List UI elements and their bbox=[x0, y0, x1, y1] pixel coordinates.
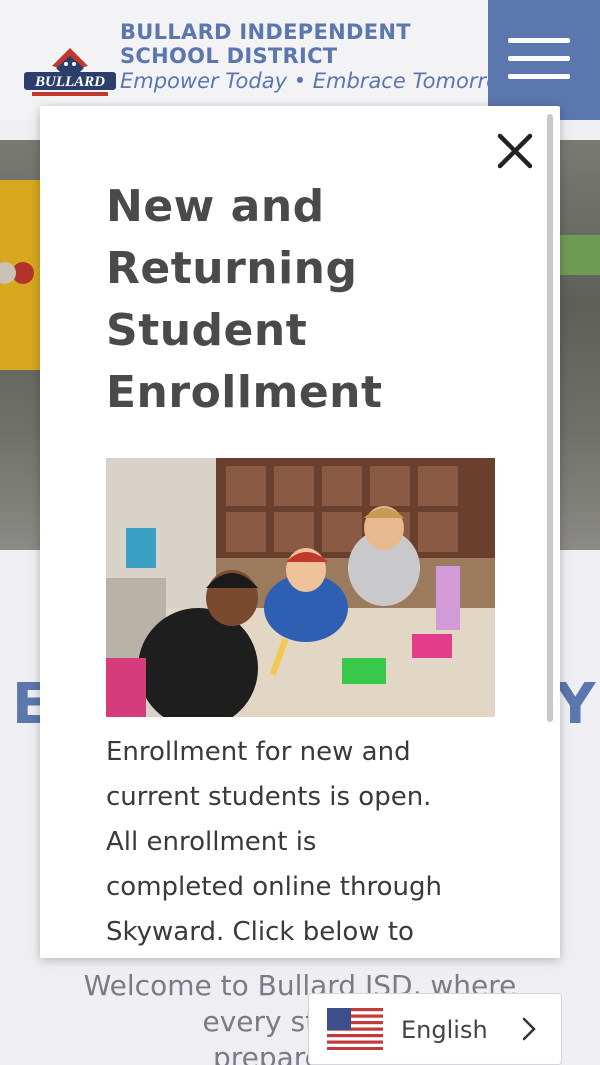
us-flag-icon bbox=[327, 1008, 383, 1050]
chevron-right-icon bbox=[522, 1017, 536, 1041]
site-header: BULLARD BULLARD INDEPENDENT SCHOOL DISTR… bbox=[0, 0, 600, 120]
org-name-line1: BULLARD INDEPENDENT bbox=[120, 20, 411, 44]
modal-body-line: All enrollment is bbox=[106, 827, 317, 857]
modal-scrollbar[interactable] bbox=[547, 114, 553, 722]
modal-body-line: current students is open. bbox=[106, 782, 432, 812]
close-icon bbox=[497, 133, 533, 169]
modal-title-line: Enrollment bbox=[106, 367, 383, 418]
org-tagline: Empower Today • Embrace Tomorrow bbox=[120, 69, 517, 93]
modal-title-line: Returning bbox=[106, 243, 358, 294]
language-selector[interactable]: English bbox=[308, 993, 562, 1065]
org-name-line2: SCHOOL DISTRICT bbox=[120, 44, 338, 68]
modal-title-line: New and bbox=[106, 181, 325, 232]
classroom-photo bbox=[106, 458, 495, 717]
hamburger-icon bbox=[508, 38, 570, 43]
modal-body-text: Enrollment for new and current students … bbox=[106, 730, 506, 955]
modal-title: New and Returning Student Enrollment bbox=[106, 176, 506, 424]
bullard-logo[interactable]: BULLARD bbox=[22, 44, 118, 100]
org-name[interactable]: BULLARD INDEPENDENT SCHOOL DISTRICT Empo… bbox=[120, 20, 516, 94]
modal-body-line: completed online through bbox=[106, 872, 442, 902]
close-button[interactable] bbox=[494, 130, 536, 172]
modal-body-line: Enrollment for new and bbox=[106, 737, 411, 767]
hamburger-menu-button[interactable] bbox=[488, 0, 600, 120]
logo-text: BULLARD bbox=[34, 74, 105, 90]
hamburger-icon-bar bbox=[508, 74, 570, 79]
enrollment-modal: New and Returning Student Enrollment Enr… bbox=[40, 106, 560, 958]
hamburger-icon-bar bbox=[508, 56, 570, 61]
modal-title-line: Student bbox=[106, 305, 308, 356]
hero-heading-right: Y bbox=[555, 672, 596, 737]
modal-body-line: Skyward. Click below to bbox=[106, 917, 414, 947]
bus-light bbox=[0, 262, 16, 284]
language-label: English bbox=[401, 1016, 488, 1044]
